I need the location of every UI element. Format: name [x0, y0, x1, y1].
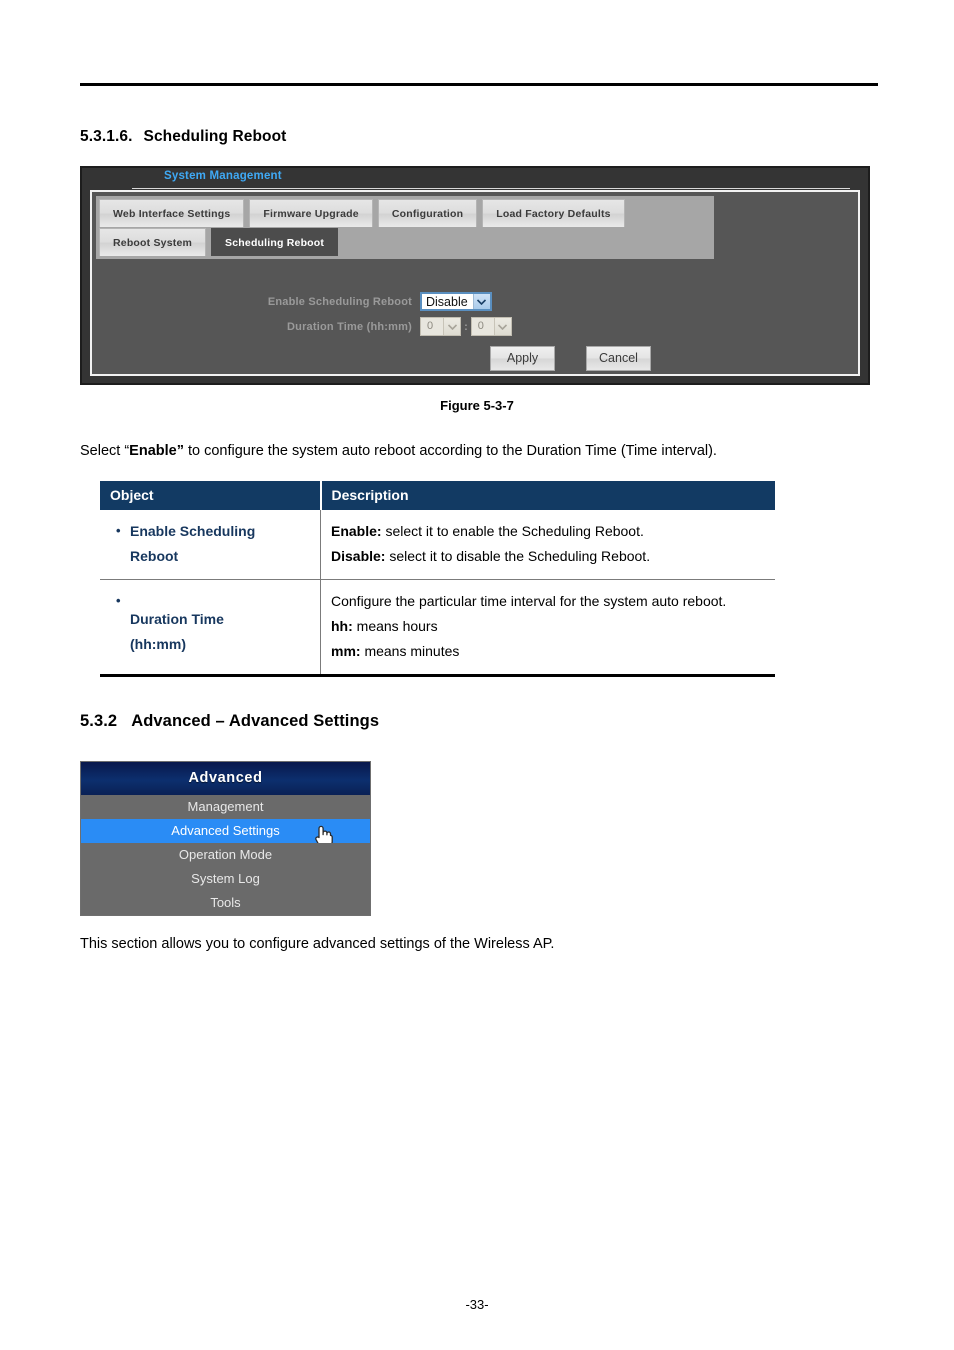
object-label-line1: Enable Scheduling: [130, 523, 256, 539]
description-line: mm: means minutes: [331, 639, 765, 664]
description-line: Configure the particular time interval f…: [331, 589, 765, 614]
description-line-text: select it to enable the Scheduling Reboo…: [381, 523, 644, 539]
description-line-bold: Disable:: [331, 548, 386, 564]
bullet-item: Duration Time (hh:mm): [114, 588, 310, 657]
tab-load-factory-defaults[interactable]: Load Factory Defaults: [482, 199, 625, 227]
tab-web-interface-settings[interactable]: Web Interface Settings: [99, 199, 245, 227]
section-number: 5.3.1.6.: [80, 128, 133, 145]
description-line-bold: hh:: [331, 618, 353, 634]
screenshot-advanced-menu: Advanced Management Advanced Settings Op…: [80, 761, 371, 916]
apply-button[interactable]: Apply: [490, 346, 555, 371]
section-title: Advanced – Advanced Settings: [131, 712, 380, 730]
column-header-object: Object: [100, 481, 322, 510]
duration-minutes-select[interactable]: 0: [470, 317, 512, 336]
description-line: Enable: select it to enable the Scheduli…: [331, 519, 765, 544]
cell-description-duration-time: Configure the particular time interval f…: [320, 579, 775, 677]
screenshot-title: System Management: [164, 170, 282, 182]
description-line-text: means hours: [352, 618, 438, 634]
cell-description-enable-scheduling-reboot: Enable: select it to enable the Scheduli…: [320, 510, 775, 580]
table-row: Enable Scheduling Reboot Enable: select …: [100, 510, 775, 580]
form-button-row: Apply Cancel: [92, 346, 858, 371]
page-title: 5.3.1.6. Scheduling Reboot: [80, 128, 286, 146]
description-line-bold: mm:: [331, 643, 361, 659]
advanced-menu-header: Advanced: [81, 762, 370, 795]
bullet-item: Enable Scheduling Reboot: [114, 518, 310, 569]
tab-row-1: Web Interface Settings Firmware Upgrade …: [96, 196, 714, 227]
tab-strip: Web Interface Settings Firmware Upgrade …: [96, 196, 714, 259]
section-heading-advanced: 5.3.2 Advanced – Advanced Settings: [80, 712, 379, 731]
duration-hours-select[interactable]: 0: [420, 317, 462, 336]
column-header-description: Description: [320, 481, 775, 510]
figure-caption: Figure 5-3-7: [440, 398, 514, 413]
object-label-line2: (hh:mm): [130, 636, 186, 652]
description-line-text: Configure the particular time interval f…: [331, 593, 727, 609]
enable-scheduling-reboot-row: Enable Scheduling Reboot Disable: [92, 292, 858, 311]
paragraph-advanced-intro: This section allows you to configure adv…: [80, 936, 555, 952]
menu-item-operation-mode[interactable]: Operation Mode: [81, 843, 370, 867]
enable-scheduling-reboot-value: Disable: [426, 295, 468, 309]
menu-item-label: Advanced Settings: [171, 823, 280, 838]
tab-reboot-system[interactable]: Reboot System: [99, 228, 207, 256]
chevron-down-icon[interactable]: [472, 294, 490, 309]
section-number: 5.3.2: [80, 712, 118, 730]
section-title: Scheduling Reboot: [143, 128, 287, 145]
object-label-line1: Duration Time: [130, 611, 224, 627]
cell-object-enable-scheduling-reboot: Enable Scheduling Reboot: [100, 510, 321, 580]
menu-item-management[interactable]: Management: [81, 795, 370, 819]
tab-row-2: Reboot System Scheduling Reboot: [96, 227, 714, 259]
paragraph-bold-enable: Enable”: [129, 443, 184, 459]
paragraph-select-enable: Select “Enable” to configure the system …: [80, 441, 717, 461]
title-underline: [132, 188, 850, 189]
duration-hours-value: 0: [427, 320, 434, 332]
enable-scheduling-reboot-select[interactable]: Disable: [420, 292, 492, 311]
page-number: -33-: [465, 1297, 489, 1312]
screenshot-titlebar: System Management: [82, 168, 868, 189]
time-separator: :: [464, 320, 468, 333]
table-header-row: Object Description: [100, 481, 775, 510]
cancel-button[interactable]: Cancel: [586, 346, 651, 371]
screenshot-system-management: System Management Web Interface Settings…: [80, 166, 870, 385]
description-line-bold: Enable:: [331, 523, 382, 539]
enable-scheduling-reboot-label: Enable Scheduling Reboot: [267, 295, 412, 308]
duration-time-label: Duration Time (hh:mm): [287, 320, 412, 333]
menu-item-tools[interactable]: Tools: [81, 891, 370, 915]
description-line: Disable: select it to disable the Schedu…: [331, 544, 765, 569]
menu-item-advanced-settings[interactable]: Advanced Settings: [81, 819, 370, 849]
chevron-down-icon[interactable]: [493, 318, 511, 335]
scheduling-reboot-form: Enable Scheduling Reboot Disable Duratio…: [92, 292, 858, 371]
description-line-text: means minutes: [360, 643, 460, 659]
tab-scheduling-reboot[interactable]: Scheduling Reboot: [211, 228, 339, 256]
screenshot-content: Web Interface Settings Firmware Upgrade …: [90, 190, 860, 376]
description-line-text: select it to disable the Scheduling Rebo…: [385, 548, 651, 564]
tab-configuration[interactable]: Configuration: [377, 199, 478, 227]
cell-object-duration-time: Duration Time (hh:mm): [100, 579, 321, 677]
menu-item-system-log[interactable]: System Log: [81, 867, 370, 891]
page-header-rule: [80, 83, 878, 86]
table-row: Duration Time (hh:mm) Configure the part…: [100, 579, 775, 677]
description-line: hh: means hours: [331, 614, 765, 639]
tab-firmware-upgrade[interactable]: Firmware Upgrade: [249, 199, 373, 227]
duration-minutes-value: 0: [477, 320, 484, 332]
chevron-down-icon[interactable]: [443, 318, 461, 335]
duration-time-row: Duration Time (hh:mm) 0 : 0: [92, 317, 858, 336]
paragraph-text: Select “Enable” to configure the system …: [80, 443, 717, 459]
object-label-line2: Reboot: [130, 548, 179, 564]
description-table: Object Description Enable Scheduling Reb…: [100, 481, 775, 677]
